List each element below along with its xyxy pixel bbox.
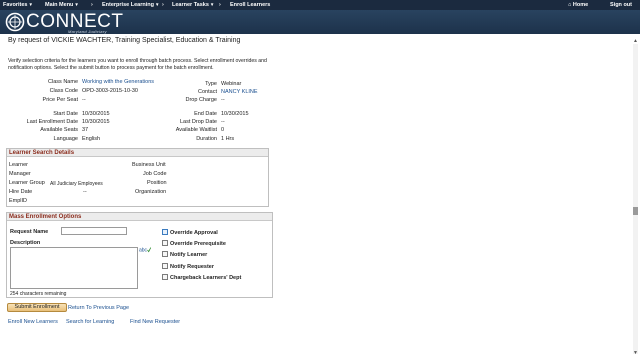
chevron-down-icon: ▼ (28, 2, 33, 7)
language-label: Language (53, 136, 78, 142)
price-value: -- (82, 97, 86, 103)
class-name-link[interactable]: Working with the Generations (82, 79, 154, 85)
notify-learner-label: Notify Learner (170, 252, 208, 258)
return-to-previous-page-link[interactable]: Return To Previous Page (68, 305, 129, 311)
favorites-label: Favorites (3, 2, 28, 8)
learner-search-panel: Learner Search Details Learner Manager L… (6, 148, 269, 207)
breadcrumb-separator-icon: › (91, 2, 93, 8)
breadcrumb-enroll-learners[interactable]: Enroll Learners (230, 2, 270, 8)
type-label: Type (205, 81, 217, 87)
last-drop-label: Last Drop Date (180, 119, 217, 125)
home-icon: ⌂ (568, 2, 572, 8)
contact-label: Contact (198, 89, 217, 95)
available-waitlist-label: Available Waitlist (175, 127, 217, 133)
start-date-label: Start Date (53, 111, 78, 117)
svg-text:abc: abc (139, 248, 148, 254)
chargeback-label: Chargeback Learners' Dept (170, 275, 242, 281)
breadcrumb-enterprise-learning[interactable]: Enterprise Learning▼ (102, 2, 159, 8)
override-approval-label: Override Approval (170, 230, 218, 236)
organization-label: Organization (135, 189, 167, 195)
duration-value: 1 Hrs (221, 136, 235, 142)
hire-date-value: -- (83, 189, 87, 195)
duration-label: Duration (196, 136, 217, 142)
override-prerequisite-checkbox[interactable] (162, 240, 168, 246)
description-label: Description (10, 240, 41, 246)
learner-group-value: All Judiciary Employees (50, 181, 103, 187)
type-value: Webinar (221, 81, 242, 87)
position-label: Position (147, 180, 167, 186)
last-enrollment-label: Last Enrollment Date (26, 119, 78, 125)
description-textarea[interactable] (10, 247, 138, 289)
characters-remaining: 254 characters remaining (10, 291, 67, 297)
brand-subtitle: Maryland Judiciary (68, 29, 107, 34)
last-enrollment-value: 10/30/2015 (82, 119, 110, 125)
mass-enrollment-title: Mass Enrollment Options (7, 213, 272, 221)
learner-search-title: Learner Search Details (7, 149, 268, 157)
top-nav-bar: Favorites▼ Main Menu▼ › Enterprise Learn… (0, 0, 640, 10)
language-value: English (82, 136, 101, 142)
class-code-label: Class Code (49, 88, 78, 94)
submit-enrollment-button[interactable]: Submit Enrollment (7, 303, 67, 312)
connect-logo-icon (5, 12, 25, 32)
chevron-down-icon: ▼ (154, 2, 160, 7)
available-waitlist-value: 0 (221, 127, 225, 133)
vertical-scrollbar[interactable] (633, 44, 638, 354)
chevron-down-icon: ▼ (209, 2, 215, 7)
last-drop-value: -- (221, 119, 225, 125)
notify-learner-checkbox[interactable] (162, 251, 168, 257)
start-date-value: 10/30/2015 (82, 111, 110, 117)
emplid-label: EmplID (9, 198, 28, 204)
end-date-value: 10/30/2015 (221, 111, 249, 117)
chevron-down-icon: ▼ (74, 2, 79, 7)
header-banner: CONNECT Maryland Judiciary (0, 10, 640, 34)
breadcrumb-label: Enterprise Learning (102, 2, 154, 8)
request-by-line: By request of VICKIE WACHTER, Training S… (8, 37, 241, 44)
main-menu[interactable]: Main Menu▼ (45, 2, 79, 8)
job-code-label: Job Code (143, 171, 167, 177)
instructions-text: Verify selection criteria for the learne… (8, 58, 267, 71)
contact-link[interactable]: NANCY KLINE (221, 89, 258, 95)
drop-charge-label: Drop Charge (185, 97, 218, 103)
breadcrumb-label: Learner Tasks (172, 2, 209, 8)
override-prerequisite-label: Override Prerequisite (170, 241, 226, 247)
home-link[interactable]: ⌂ Home (568, 2, 588, 8)
override-approval-checkbox[interactable] (162, 229, 168, 235)
learner-label: Learner (9, 162, 28, 168)
learner-group-label: Learner Group (9, 180, 45, 186)
notify-requester-checkbox[interactable] (162, 263, 168, 269)
available-seats-label: Available Seats (40, 127, 78, 133)
manager-label: Manager (9, 171, 31, 177)
search-for-learning-link[interactable]: Search for Learning (66, 319, 114, 325)
spellcheck-icon[interactable]: abc (139, 246, 151, 253)
price-label: Price Per Seat (42, 97, 78, 103)
hire-date-label: Hire Date (9, 189, 33, 195)
request-name-label: Request Name (10, 229, 49, 235)
scrollbar-thumb[interactable] (633, 207, 638, 215)
favorites-menu[interactable]: Favorites▼ (3, 2, 33, 8)
find-new-requester-link[interactable]: Find New Requester (130, 319, 180, 325)
drop-charge-value: -- (221, 97, 225, 103)
enroll-new-learners-link[interactable]: Enroll New Learners (8, 319, 58, 325)
class-name-label: Class Name (48, 79, 78, 85)
breadcrumb-separator-icon: › (219, 2, 221, 8)
breadcrumb-separator-icon: › (162, 2, 164, 8)
business-unit-label: Business Unit (132, 162, 166, 168)
available-seats-value: 37 (82, 127, 89, 133)
class-code-value: OPD-3003-2015-10-30 (82, 88, 138, 94)
scroll-down-arrow-icon[interactable]: ▼ (633, 350, 638, 356)
breadcrumb-learner-tasks[interactable]: Learner Tasks▼ (172, 2, 214, 8)
home-label: Home (572, 2, 589, 8)
end-date-label: End Date (194, 111, 217, 117)
signout-link[interactable]: Sign out (610, 2, 632, 8)
main-menu-label: Main Menu (45, 2, 74, 8)
request-name-input[interactable] (61, 227, 127, 235)
notify-requester-label: Notify Requester (170, 264, 215, 270)
chargeback-checkbox[interactable] (162, 274, 168, 280)
mass-enrollment-panel: Mass Enrollment Options Request Name Des… (6, 212, 273, 298)
